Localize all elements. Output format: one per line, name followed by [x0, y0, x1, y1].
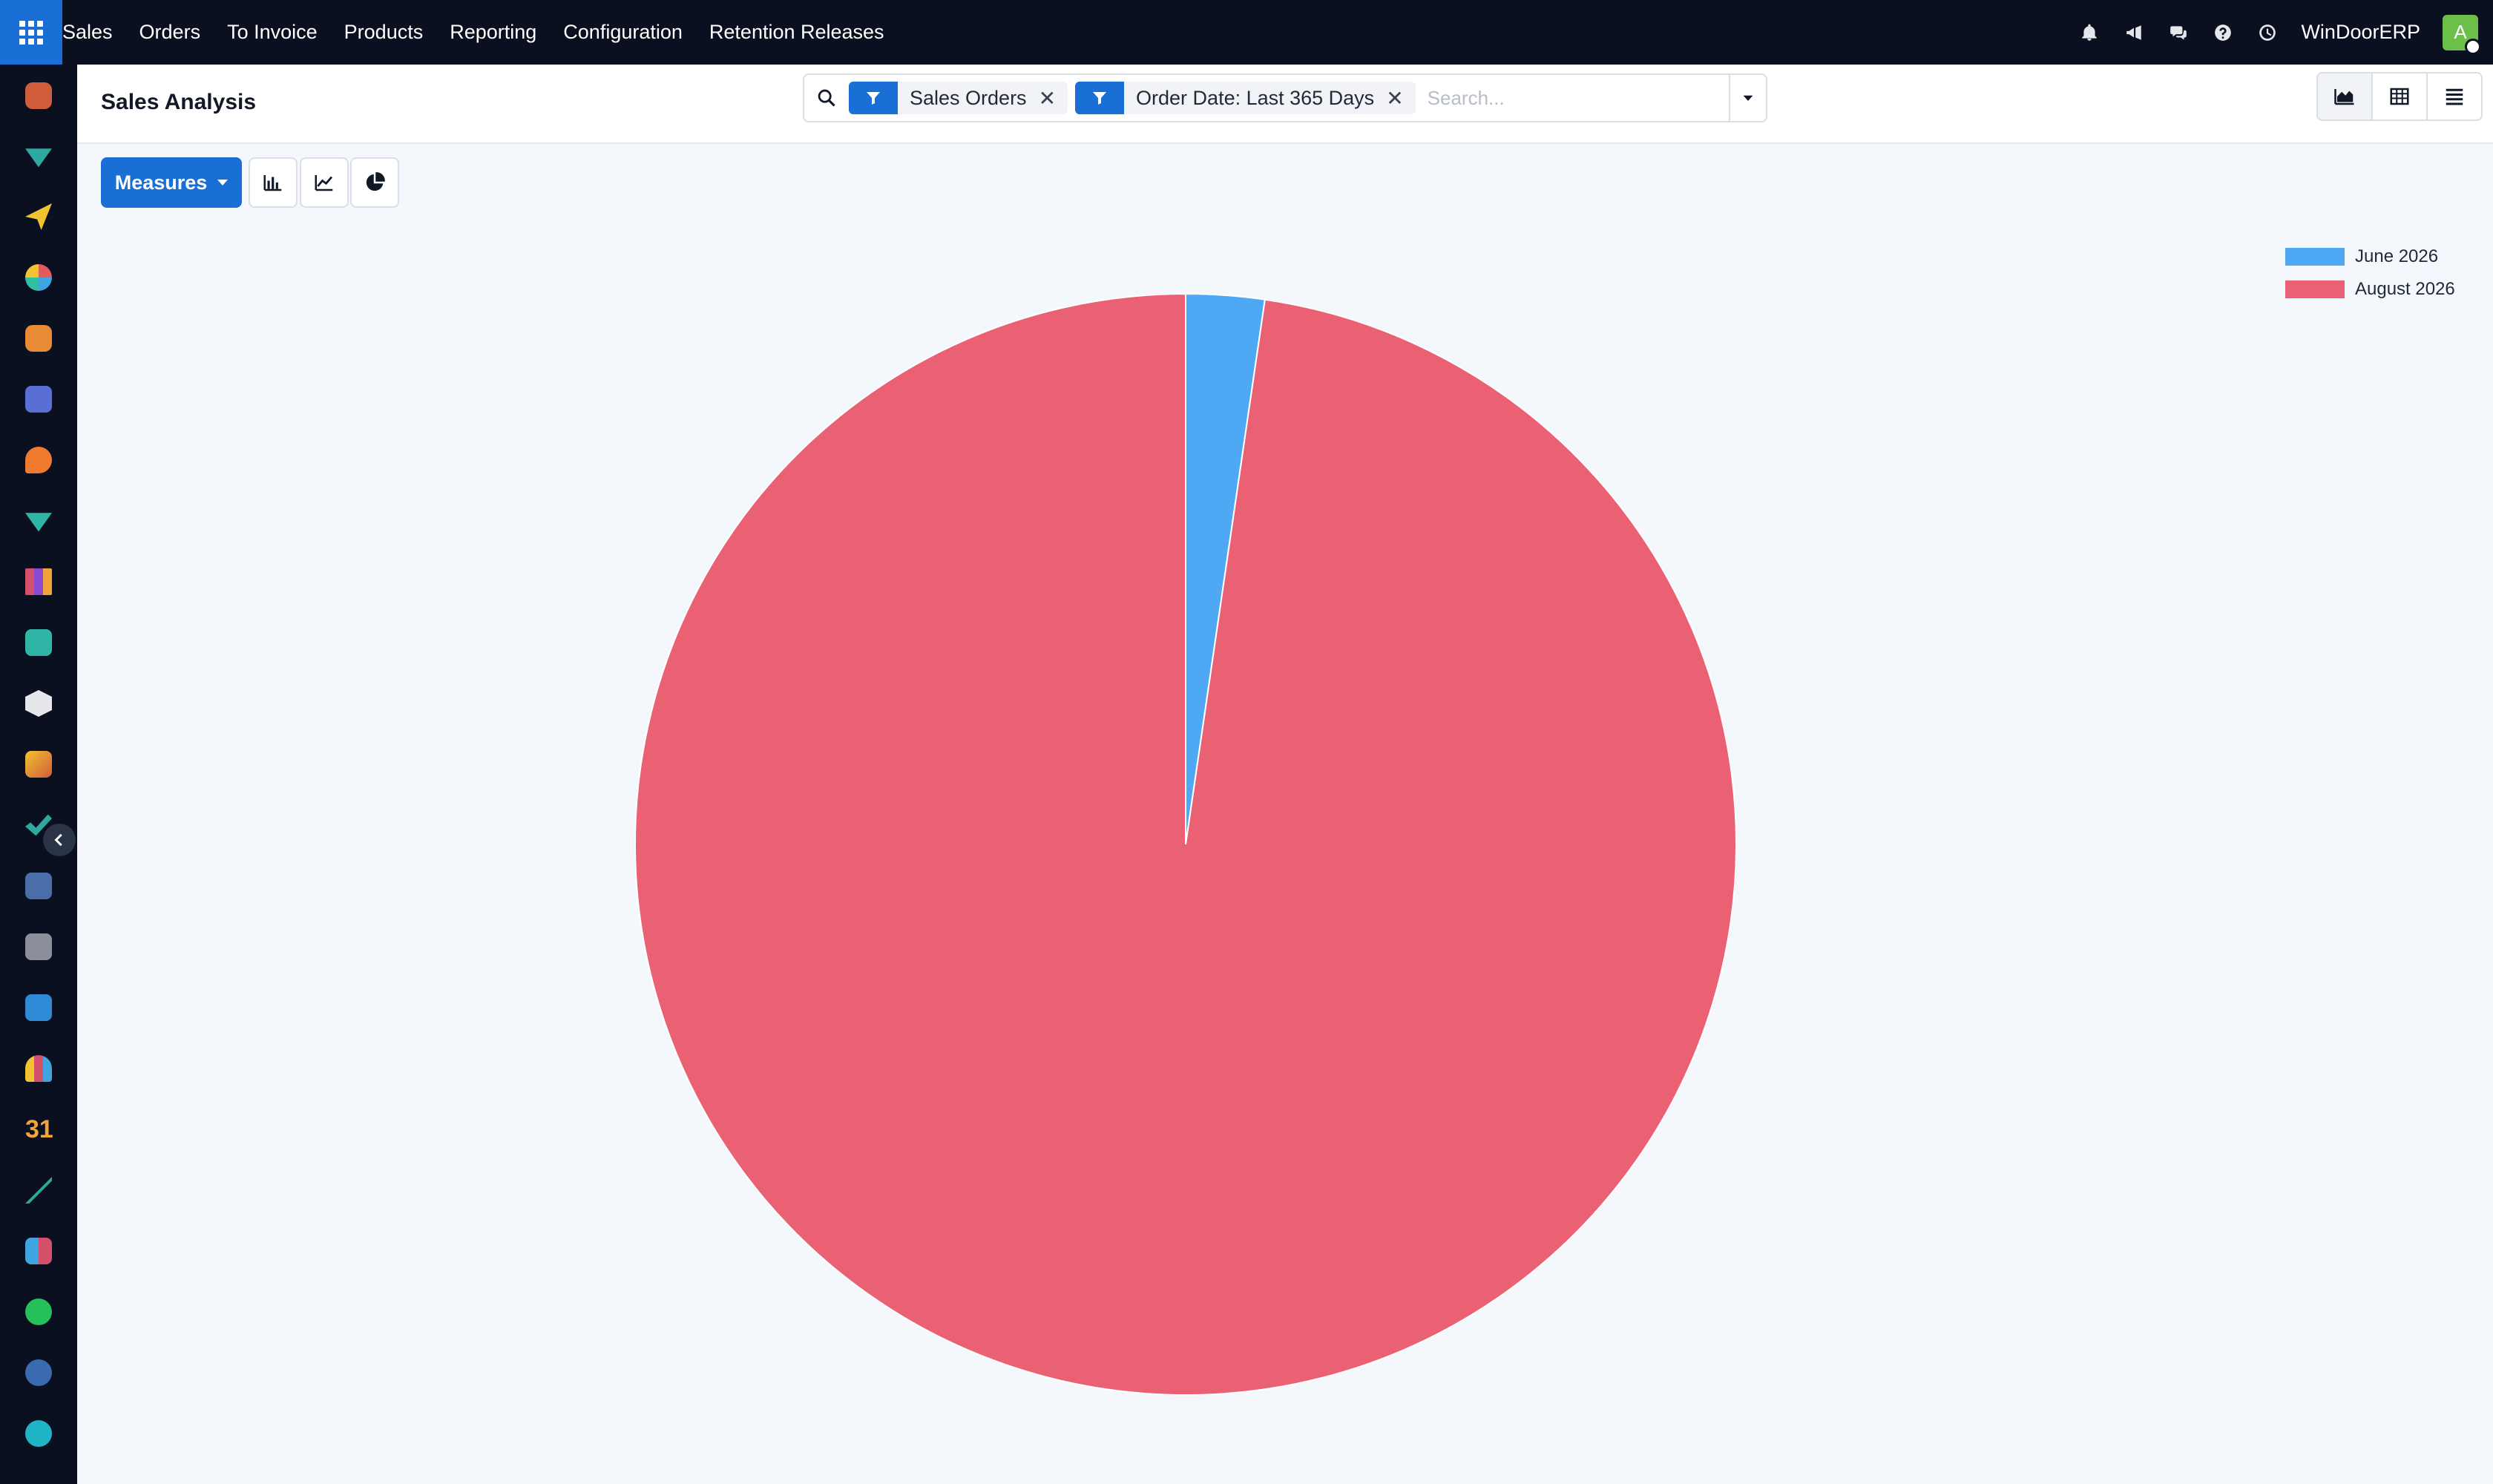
legend-swatch [2285, 248, 2345, 266]
pie-chart [634, 292, 1737, 1396]
chart-legend: June 2026 August 2026 [2285, 240, 2455, 306]
chart-area [0, 0, 2493, 1484]
legend-label: June 2026 [2355, 246, 2439, 266]
pie-slice-august-2026[interactable] [634, 292, 1737, 1396]
legend-swatch [2285, 280, 2345, 298]
legend-item[interactable]: August 2026 [2285, 273, 2455, 306]
legend-label: August 2026 [2355, 279, 2455, 299]
legend-item[interactable]: June 2026 [2285, 240, 2455, 273]
